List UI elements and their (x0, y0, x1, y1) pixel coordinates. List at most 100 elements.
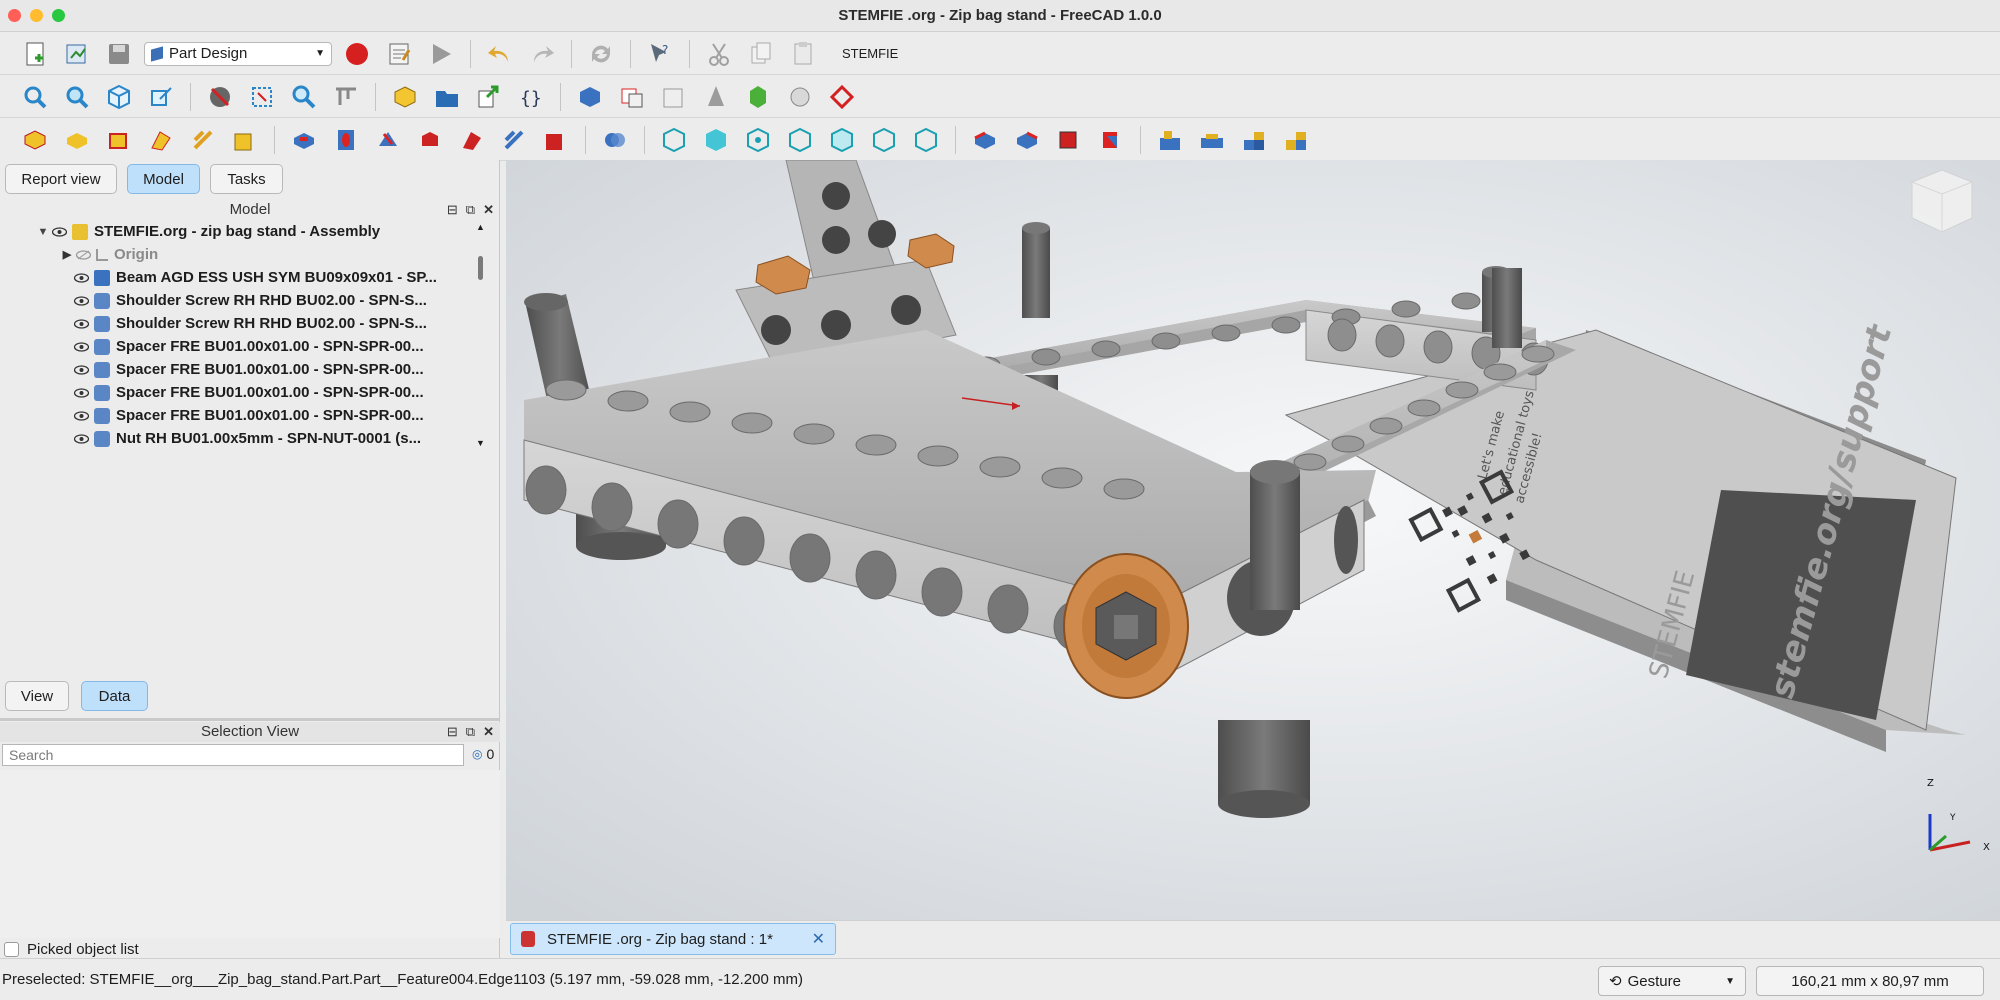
minimize-window-button[interactable] (30, 9, 43, 22)
open-file-icon[interactable] (60, 37, 94, 71)
run-macro-icon[interactable] (424, 37, 458, 71)
zoom-tool-icon[interactable] (287, 80, 321, 114)
assembly-joint-icon[interactable] (1195, 123, 1229, 157)
boolean-icon[interactable] (598, 123, 632, 157)
visibility-eye-icon[interactable] (72, 318, 90, 329)
panel-splitter[interactable] (0, 718, 500, 721)
save-icon[interactable] (102, 37, 136, 71)
dock-restore-icon[interactable]: ⧉ (466, 722, 475, 742)
shape-binder-icon[interactable] (867, 123, 901, 157)
record-macro-icon[interactable] (340, 37, 374, 71)
datum-plane-icon[interactable] (825, 80, 859, 114)
assembly-bom-icon[interactable] (1153, 123, 1187, 157)
tree-row[interactable]: Spacer FRE BU01.00x01.00 - SPN-SPR-00... (72, 335, 470, 358)
draft-icon[interactable] (1052, 123, 1086, 157)
revolution-icon[interactable] (60, 123, 94, 157)
tree-row-origin[interactable]: ▶ Origin (60, 243, 470, 266)
hole-icon[interactable] (329, 123, 363, 157)
tree-row[interactable]: Shoulder Screw RH RHD BU02.00 - SPN-S... (72, 312, 470, 335)
tab-model[interactable]: Model (127, 164, 200, 194)
assembly-solve-icon[interactable] (1279, 123, 1313, 157)
close-icon[interactable]: ✕ (483, 200, 494, 220)
subtractive-pipe-icon[interactable] (455, 123, 489, 157)
draw-style-icon[interactable] (203, 80, 237, 114)
undo-icon[interactable] (483, 37, 517, 71)
refresh-icon[interactable] (584, 37, 618, 71)
fit-selection-icon[interactable] (60, 80, 94, 114)
measure-icon[interactable] (329, 80, 363, 114)
cut-icon[interactable] (702, 37, 736, 71)
new-file-icon[interactable] (18, 37, 52, 71)
tree-row[interactable]: Spacer FRE BU01.00x01.00 - SPN-SPR-00... (72, 358, 470, 381)
create-body-icon[interactable] (573, 80, 607, 114)
subtractive-helix-icon[interactable] (497, 123, 531, 157)
sub-shape-binder-icon[interactable] (783, 80, 817, 114)
isometric-view-icon[interactable] (102, 80, 136, 114)
visibility-eye-icon[interactable] (72, 387, 90, 398)
additive-primitive-icon[interactable] (228, 123, 262, 157)
workbench-selector[interactable]: Part Design ▼ (144, 41, 332, 66)
scroll-thumb[interactable] (478, 256, 483, 280)
scroll-down-icon[interactable]: ▼ (476, 438, 485, 448)
stemfie-toolbar-label[interactable]: STEMFIE (842, 46, 898, 61)
visibility-eye-icon[interactable] (72, 341, 90, 352)
chevron-down-icon[interactable]: ▼ (36, 226, 50, 238)
wireframe-icon[interactable] (909, 123, 943, 157)
tree-row[interactable]: Spacer FRE BU01.00x01.00 - SPN-SPR-00... (72, 381, 470, 404)
visibility-eye-icon[interactable] (72, 410, 90, 421)
picked-object-list-option[interactable]: Picked object list (4, 941, 139, 958)
view-dimensions[interactable]: 160,21 mm x 80,97 mm (1756, 966, 1984, 996)
zoom-window-button[interactable] (52, 9, 65, 22)
tree-row[interactable]: Spacer FRE BU01.00x01.00 - SPN-SPR-00... (72, 404, 470, 427)
navigation-style-selector[interactable]: ⟲ Gesture ▼ (1598, 966, 1746, 996)
tree-row[interactable]: Beam AGD ESS USH SYM BU09x09x01 - SP... (72, 266, 470, 289)
visibility-eye-icon[interactable] (72, 364, 90, 375)
visibility-eye-icon[interactable] (72, 295, 90, 306)
visibility-eye-icon[interactable] (50, 226, 68, 237)
scroll-up-icon[interactable]: ▲ (476, 222, 485, 232)
tree-row[interactable]: Shoulder Screw RH RHD BU02.00 - SPN-S... (72, 289, 470, 312)
chamfer-icon[interactable] (1010, 123, 1044, 157)
scaled-icon[interactable] (825, 123, 859, 157)
chevron-right-icon[interactable]: ▶ (60, 248, 74, 261)
selection-search-input[interactable]: Search (2, 744, 464, 766)
selection-filter-icon[interactable] (245, 80, 279, 114)
create-group-icon[interactable] (430, 80, 464, 114)
polar-pattern-icon[interactable] (741, 123, 775, 157)
tree-scrollbar[interactable]: ▲ ▼ (474, 222, 486, 448)
visibility-eye-icon[interactable] (72, 272, 90, 283)
create-link-icon[interactable] (472, 80, 506, 114)
navigation-cube[interactable] (1911, 169, 1973, 233)
linear-pattern-icon[interactable] (699, 123, 733, 157)
fillet-icon[interactable] (968, 123, 1002, 157)
tree-root-row[interactable]: ▼ STEMFIE.org - zip bag stand - Assembly (36, 220, 470, 243)
validate-sketch-icon[interactable] (657, 80, 691, 114)
binder-icon[interactable] (741, 80, 775, 114)
picked-checkbox[interactable] (4, 942, 19, 957)
dock-restore-icon[interactable]: ⧉ (466, 200, 475, 220)
assembly-insert-icon[interactable] (1237, 123, 1271, 157)
dock-float-icon[interactable]: ⊟ (447, 200, 458, 220)
subtractive-loft-icon[interactable] (413, 123, 447, 157)
pocket-icon[interactable] (287, 123, 321, 157)
thickness-icon[interactable] (1094, 123, 1128, 157)
close-icon[interactable]: ✕ (812, 929, 825, 949)
create-sketch-icon[interactable] (615, 80, 649, 114)
front-spacer[interactable] (1063, 553, 1189, 699)
tab-tasks[interactable]: Tasks (210, 164, 283, 194)
3d-viewport[interactable]: stemfie.org/support STEMFIE Let's make e… (506, 160, 2000, 920)
multi-transform-icon[interactable] (783, 123, 817, 157)
close-icon[interactable]: ✕ (483, 722, 494, 742)
tab-report-view[interactable]: Report view (5, 164, 117, 194)
mirrored-icon[interactable] (657, 123, 691, 157)
visibility-eye-icon[interactable] (72, 433, 90, 444)
tab-data[interactable]: Data (81, 681, 148, 711)
bounding-box-icon[interactable] (144, 80, 178, 114)
variable-set-icon[interactable]: {} (514, 80, 548, 114)
create-part-icon[interactable] (388, 80, 422, 114)
whats-this-icon[interactable]: ? (643, 37, 677, 71)
paste-icon[interactable] (786, 37, 820, 71)
tree-row[interactable]: Nut RH BU01.00x5mm - SPN-NUT-0001 (s... (72, 427, 470, 448)
copy-icon[interactable] (744, 37, 778, 71)
close-window-button[interactable] (8, 9, 21, 22)
